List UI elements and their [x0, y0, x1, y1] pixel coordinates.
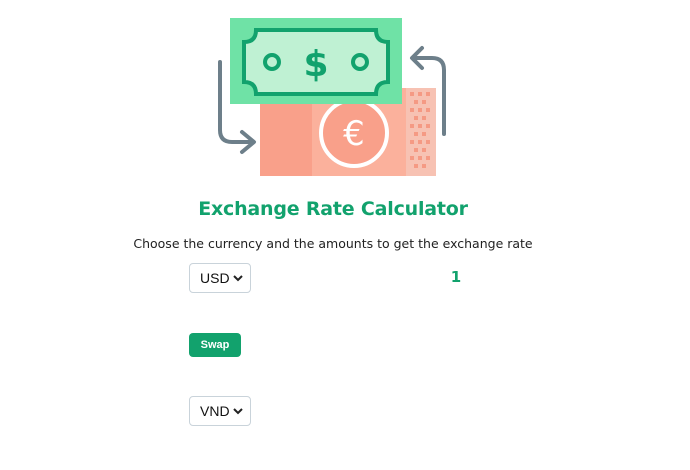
- euro-symbol: €: [343, 114, 365, 154]
- from-currency-select[interactable]: USD: [189, 263, 251, 293]
- to-currency-value: VND: [200, 403, 230, 419]
- chevron-down-icon: [230, 270, 246, 286]
- from-currency-value: USD: [200, 270, 230, 286]
- dollar-symbol: $: [303, 44, 328, 85]
- page-title: Exchange Rate Calculator: [198, 198, 468, 220]
- swap-button[interactable]: Swap: [189, 333, 241, 357]
- chevron-down-icon: [230, 403, 246, 419]
- page-subtitle: Choose the currency and the amounts to g…: [133, 236, 533, 251]
- currency-exchange-illustration: € $: [218, 18, 446, 176]
- exchange-rate-page: € $ Exchange Rate Calculator Choose the …: [0, 0, 690, 470]
- to-currency-select[interactable]: VND: [189, 396, 251, 426]
- dollar-bill-icon: $: [230, 18, 402, 104]
- amount-value[interactable]: 1: [436, 268, 476, 286]
